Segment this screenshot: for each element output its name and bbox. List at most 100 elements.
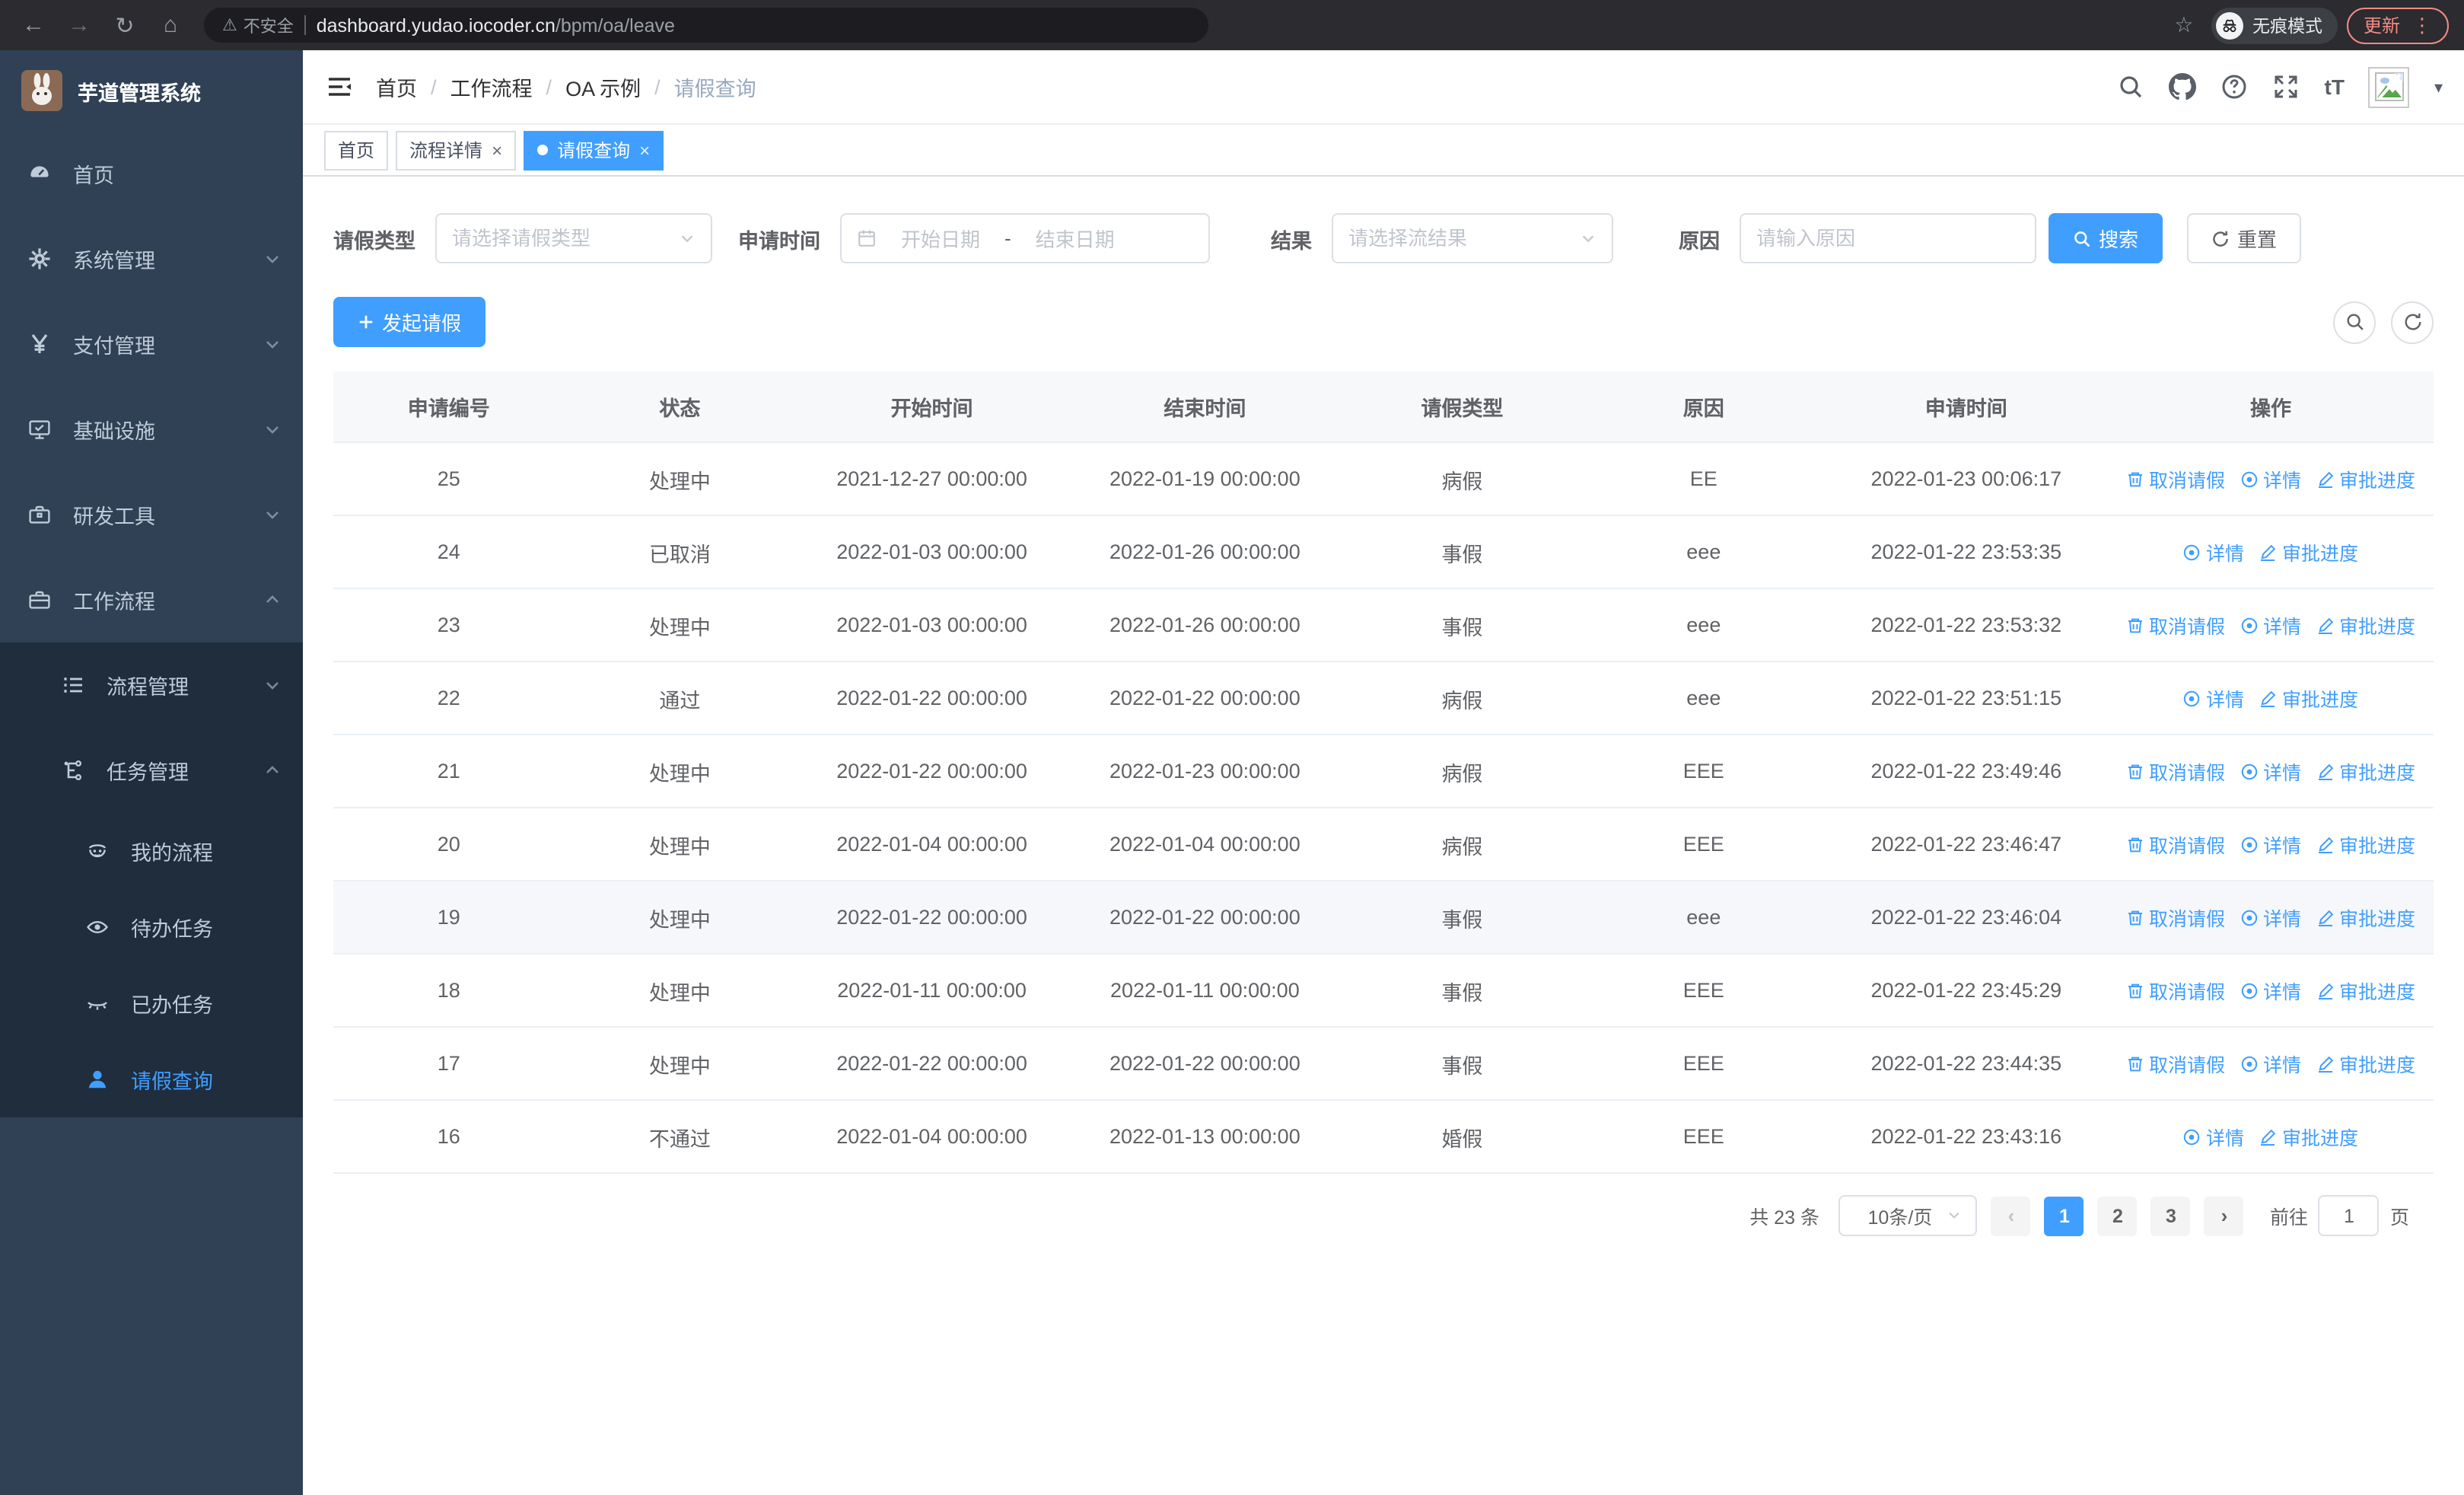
- action-detail-link[interactable]: 详情: [2183, 684, 2244, 712]
- browser-home-icon[interactable]: [152, 7, 189, 43]
- tab-process-detail[interactable]: 流程详情: [396, 130, 517, 170]
- close-icon[interactable]: [492, 139, 502, 161]
- action-progress-link[interactable]: 审批进度: [2316, 903, 2415, 932]
- leave-type-select-input[interactable]: [452, 227, 679, 250]
- sidebar-item-label: 工作流程: [73, 591, 155, 614]
- action-progress-link[interactable]: 审批进度: [2259, 1122, 2358, 1151]
- github-icon[interactable]: [2169, 73, 2197, 100]
- fullscreen-icon[interactable]: [2273, 73, 2300, 100]
- browser-update-button[interactable]: 更新: [2346, 7, 2449, 43]
- sidebar-collapse-icon[interactable]: [324, 72, 355, 102]
- browser-menu-icon[interactable]: [2412, 13, 2432, 37]
- reset-button[interactable]: 重置: [2187, 213, 2302, 263]
- next-page-button[interactable]: [2204, 1196, 2244, 1235]
- cell: 2022-01-22 23:49:46: [1870, 760, 2062, 783]
- action-detail-link[interactable]: 详情: [2240, 464, 2301, 493]
- close-icon[interactable]: [639, 139, 650, 161]
- page-button-3[interactable]: 3: [2150, 1196, 2191, 1235]
- result-select[interactable]: [1332, 213, 1613, 263]
- security-warning-icon[interactable]: 不安全: [222, 13, 294, 37]
- action-cancel-link[interactable]: 取消请假: [2126, 1049, 2225, 1078]
- address-bar[interactable]: 不安全 dashboard.yudao.iocoder.cn/bpm/oa/le…: [204, 8, 1208, 43]
- reason-input[interactable]: [1756, 227, 2020, 250]
- breadcrumb-separator: [654, 75, 661, 98]
- help-icon[interactable]: [2221, 73, 2249, 100]
- action-cancel-link[interactable]: 取消请假: [2126, 610, 2225, 639]
- action-progress-link[interactable]: 审批进度: [2316, 976, 2415, 1005]
- refresh-button[interactable]: [2391, 301, 2434, 343]
- start-date-input[interactable]: 开始日期: [887, 224, 994, 253]
- toggle-search-button[interactable]: [2333, 301, 2376, 343]
- chevron-up-icon: [263, 591, 282, 609]
- tab-leave-query[interactable]: 请假查询: [524, 130, 664, 170]
- sidebar-item-leave-query[interactable]: 请假查询: [0, 1041, 303, 1117]
- action-detail-link[interactable]: 详情: [2240, 830, 2301, 859]
- cell: 2022-01-22 23:45:29: [1870, 979, 2062, 1002]
- sidebar-item-my-process[interactable]: 我的流程: [0, 813, 303, 889]
- action-cancel-link[interactable]: 取消请假: [2126, 757, 2225, 786]
- cell: eee: [1686, 540, 1721, 563]
- tab-home[interactable]: 首页: [324, 130, 389, 170]
- browser-back-icon[interactable]: [15, 7, 52, 43]
- result-select-input[interactable]: [1348, 227, 1580, 250]
- action-cancel-link[interactable]: 取消请假: [2126, 830, 2225, 859]
- leave-type-select[interactable]: [435, 213, 712, 263]
- action-progress-link[interactable]: 审批进度: [2316, 464, 2415, 493]
- browser-reload-icon[interactable]: [107, 7, 143, 43]
- page-button-1[interactable]: 1: [2044, 1196, 2084, 1235]
- reason-field[interactable]: [1740, 213, 2036, 263]
- action-detail-link[interactable]: 详情: [2240, 903, 2301, 932]
- action-detail-link[interactable]: 详情: [2240, 610, 2301, 639]
- breadcrumb-home[interactable]: 首页: [376, 72, 417, 102]
- action-cancel-link[interactable]: 取消请假: [2126, 464, 2225, 493]
- page-button-2[interactable]: 2: [2097, 1196, 2138, 1235]
- apply-time-range-picker[interactable]: 开始日期 - 结束日期: [840, 213, 1210, 263]
- sidebar-item-done-tasks[interactable]: 已办任务: [0, 965, 303, 1041]
- sidebar-item-infrastructure[interactable]: 基础设施: [0, 387, 303, 472]
- search-button[interactable]: 搜索: [2049, 213, 2163, 263]
- action-progress-link[interactable]: 审批进度: [2259, 537, 2358, 566]
- sidebar-item-task-mgmt[interactable]: 任务管理: [0, 728, 303, 813]
- view-icon: [2241, 982, 2258, 999]
- sidebar-item-workflow[interactable]: 工作流程: [0, 557, 303, 642]
- flow-icon: [61, 758, 85, 783]
- eye-closed-icon: [85, 991, 110, 1015]
- avatar-caret-icon[interactable]: [2434, 73, 2443, 100]
- action-progress-link[interactable]: 审批进度: [2316, 830, 2415, 859]
- cell: 2022-01-22 00:00:00: [1109, 906, 1300, 929]
- search-icon[interactable]: [2118, 73, 2145, 100]
- action-progress-link[interactable]: 审批进度: [2316, 1049, 2415, 1078]
- sidebar-item-system[interactable]: 系统管理: [0, 216, 303, 301]
- action-cancel-link[interactable]: 取消请假: [2126, 976, 2225, 1005]
- action-progress-link[interactable]: 审批进度: [2259, 684, 2358, 712]
- sidebar-item-todo-tasks[interactable]: 待办任务: [0, 889, 303, 965]
- action-cancel-link[interactable]: 取消请假: [2126, 903, 2225, 932]
- pen-icon: [2319, 1055, 2334, 1072]
- sidebar-item-payment[interactable]: 支付管理: [0, 301, 303, 387]
- action-detail-link[interactable]: 详情: [2183, 1122, 2244, 1151]
- action-progress-link[interactable]: 审批进度: [2316, 757, 2415, 786]
- sidebar-item-dev-tools[interactable]: 研发工具: [0, 472, 303, 557]
- action-detail-link[interactable]: 详情: [2240, 757, 2301, 786]
- cell: 处理中: [648, 616, 711, 639]
- avatar[interactable]: [2368, 66, 2410, 107]
- cell: 事假: [1441, 543, 1483, 566]
- goto-page-input[interactable]: [2318, 1195, 2380, 1236]
- prev-page-button[interactable]: [1991, 1196, 2031, 1235]
- font-size-icon[interactable]: [2325, 75, 2345, 99]
- page-size-select[interactable]: 10条/页: [1838, 1195, 1978, 1236]
- create-leave-button[interactable]: 发起请假: [333, 297, 486, 347]
- sidebar-item-process-mgmt[interactable]: 流程管理: [0, 642, 303, 728]
- action-detail-link[interactable]: 详情: [2240, 1049, 2301, 1078]
- browser-forward-icon[interactable]: [61, 7, 97, 43]
- end-date-input[interactable]: 结束日期: [1022, 224, 1129, 253]
- sidebar-item-home[interactable]: 首页: [0, 131, 303, 216]
- table-row: 17 处理中 2022-01-22 00:00:00 2022-01-22 00:00…: [333, 1028, 2434, 1101]
- breadcrumb-oa-example[interactable]: OA 示例: [565, 72, 641, 102]
- breadcrumb-workflow[interactable]: 工作流程: [450, 72, 533, 102]
- bookmark-star-icon[interactable]: [2166, 7, 2202, 43]
- cell: EEE: [1682, 1125, 1724, 1148]
- action-progress-link[interactable]: 审批进度: [2316, 610, 2415, 639]
- action-detail-link[interactable]: 详情: [2183, 537, 2244, 566]
- action-detail-link[interactable]: 详情: [2240, 976, 2301, 1005]
